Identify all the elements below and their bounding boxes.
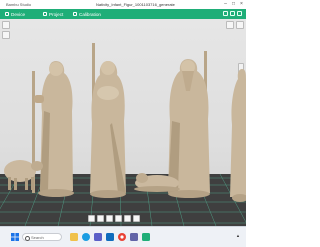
windows-taskbar: Search ▲ xyxy=(0,226,246,247)
tab-device-label: Device xyxy=(11,11,26,17)
store-icon xyxy=(94,233,102,241)
bambu-icon xyxy=(142,233,150,241)
teams-icon xyxy=(130,233,138,241)
tab-project[interactable]: Project xyxy=(43,9,63,19)
search-icon xyxy=(25,235,30,241)
calibration-icon xyxy=(73,12,77,16)
tab-calibration-label: Calibration xyxy=(79,11,101,17)
print-icon[interactable] xyxy=(230,11,235,16)
3d-viewport[interactable] xyxy=(0,19,246,226)
lying-lamb-figure[interactable] xyxy=(132,167,182,193)
arrange-icon[interactable] xyxy=(88,215,95,222)
left-tool-column xyxy=(2,21,10,39)
orient-icon[interactable] xyxy=(97,215,104,222)
files-icon xyxy=(70,233,78,241)
toolbar-actions xyxy=(223,11,242,16)
project-icon xyxy=(43,12,47,16)
tab-device[interactable]: Device xyxy=(5,9,25,19)
layers-icon[interactable] xyxy=(236,21,244,29)
maximize-icon[interactable]: □ xyxy=(230,1,237,8)
tab-project-label: Project xyxy=(49,11,64,17)
top-toolbar: Device Project Calibration xyxy=(0,9,246,19)
view-controls xyxy=(226,21,244,29)
tab-calibration[interactable]: Calibration xyxy=(73,9,101,19)
bottom-toolbar xyxy=(88,215,140,222)
slice-icon[interactable] xyxy=(223,11,228,16)
scale-icon[interactable] xyxy=(106,215,113,222)
split-icon[interactable] xyxy=(115,215,122,222)
layer-view-icon[interactable] xyxy=(124,215,131,222)
close-icon[interactable]: × xyxy=(238,1,245,8)
windows-start-icon[interactable] xyxy=(11,233,19,241)
mail-icon xyxy=(106,233,114,241)
minimize-icon[interactable]: – xyxy=(222,1,229,8)
move-tool-icon[interactable] xyxy=(2,21,10,29)
app-name: Bambu Studio xyxy=(6,2,32,7)
edge-icon xyxy=(82,233,90,241)
rotate-tool-icon[interactable] xyxy=(2,31,10,39)
view-cube-icon[interactable] xyxy=(226,21,234,29)
network-icon: ▲ xyxy=(236,233,240,238)
device-icon xyxy=(5,12,9,16)
shepherd-with-lamb-figure[interactable] xyxy=(82,43,134,203)
settings-icon[interactable] xyxy=(237,11,242,16)
system-tray[interactable]: ▲ xyxy=(236,233,240,238)
taskbar-search-input[interactable]: Search xyxy=(22,233,62,241)
window-title-bar: Bambu Studio Nativity_Infant_Figur_10011… xyxy=(0,0,246,9)
search-placeholder: Search xyxy=(31,235,44,240)
sheep-figure[interactable] xyxy=(0,153,46,193)
robed-figure-partial[interactable] xyxy=(228,65,246,205)
file-title: Nativity_Infant_Figur_1001103716_generat… xyxy=(96,2,175,7)
measure-icon[interactable] xyxy=(133,215,140,222)
taskbar-app-icons[interactable] xyxy=(68,232,178,242)
